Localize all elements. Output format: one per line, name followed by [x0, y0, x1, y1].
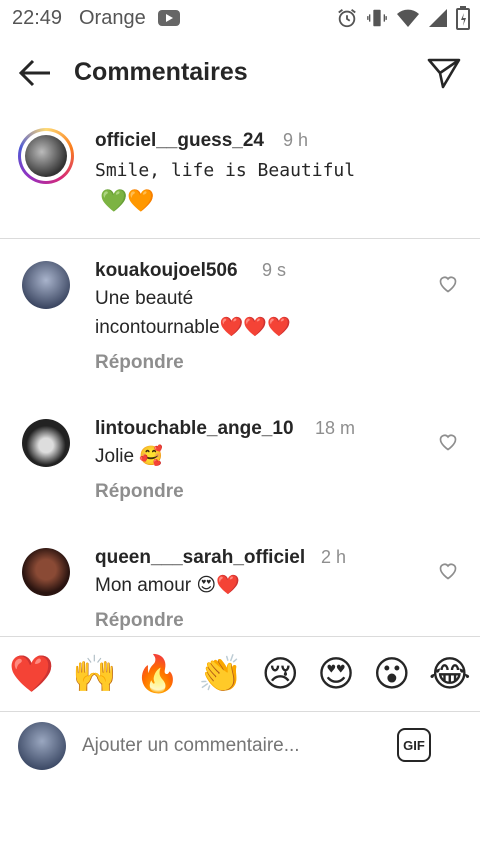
caption-username[interactable]: officiel__guess_24 — [95, 130, 264, 152]
back-button[interactable] — [18, 56, 52, 90]
reaction-fire[interactable]: 🔥 — [135, 653, 180, 695]
avatar[interactable] — [22, 419, 70, 467]
comment-time: 2 h — [321, 547, 347, 567]
status-icons — [336, 6, 470, 35]
like-button[interactable] — [438, 274, 458, 294]
reaction-heart[interactable]: ❤️ — [9, 653, 54, 695]
reaction-heart-eyes[interactable]: 😍 — [317, 653, 355, 695]
battery-icon — [456, 6, 470, 35]
heart-icon — [439, 563, 457, 580]
reply-button[interactable]: Répondre — [95, 352, 184, 374]
avatar[interactable] — [22, 261, 70, 309]
share-button[interactable] — [426, 54, 462, 90]
comment-text: Jolie 🥰 — [95, 446, 164, 467]
reaction-crying[interactable]: 😢 — [261, 653, 299, 695]
like-button[interactable] — [438, 432, 458, 452]
reaction-laughing[interactable]: 😂 — [429, 653, 471, 695]
status-bar: 22:49 Orange — [0, 0, 480, 36]
comment-username[interactable]: lintouchable_ange_10 — [95, 418, 294, 440]
alarm-icon — [336, 7, 358, 34]
page-title: Commentaires — [74, 58, 248, 86]
reply-button[interactable]: Répondre — [95, 481, 184, 503]
comment-text: Mon amour 😍❤️ — [95, 575, 240, 596]
app-bar: Commentaires — [0, 36, 480, 108]
like-button[interactable] — [438, 561, 458, 581]
comment-time: 9 s — [262, 260, 287, 280]
wifi-icon — [396, 7, 420, 34]
reaction-surprised[interactable]: 😮 — [373, 653, 411, 695]
comment-input[interactable] — [82, 735, 382, 757]
avatar[interactable] — [22, 548, 70, 596]
comment-username[interactable]: kouakoujoel506 — [95, 260, 238, 282]
heart-icon — [439, 276, 457, 293]
quick-reactions-bar: ❤️ 🙌 🔥 👏 😢 😍 😮 😂 — [0, 636, 480, 712]
paper-plane-icon — [427, 58, 461, 89]
heart-icon — [439, 434, 457, 451]
comment-text-line1: Une beauté — [95, 288, 194, 309]
avatar — [25, 135, 67, 177]
status-time: 22:49 — [12, 7, 63, 29]
status-carrier: Orange — [79, 7, 146, 29]
comment-time: 18 m — [315, 418, 356, 438]
caption-text: Smile, life is Beautiful — [95, 160, 356, 181]
comment-composer: GIF — [0, 711, 480, 781]
reaction-raised-hands[interactable]: 🙌 — [72, 653, 117, 695]
reply-button[interactable]: Répondre — [95, 610, 184, 632]
reaction-clap[interactable]: 👏 — [198, 653, 243, 695]
vibrate-icon — [366, 7, 388, 34]
caption-emojis: 💚🧡 — [100, 188, 155, 213]
caption-time: 9 h — [283, 130, 309, 150]
comment-text-line2: incontournable❤️❤️❤️ — [95, 317, 291, 338]
youtube-icon — [158, 10, 180, 26]
post-caption: officiel__guess_24 9 h Smile, life is Be… — [0, 108, 480, 239]
avatar — [18, 722, 66, 770]
signal-icon — [428, 8, 448, 33]
comment-username[interactable]: queen___sarah_officiel — [95, 547, 305, 569]
gif-button[interactable]: GIF — [397, 728, 431, 762]
back-arrow-icon — [18, 59, 50, 87]
story-ring[interactable] — [18, 128, 74, 184]
